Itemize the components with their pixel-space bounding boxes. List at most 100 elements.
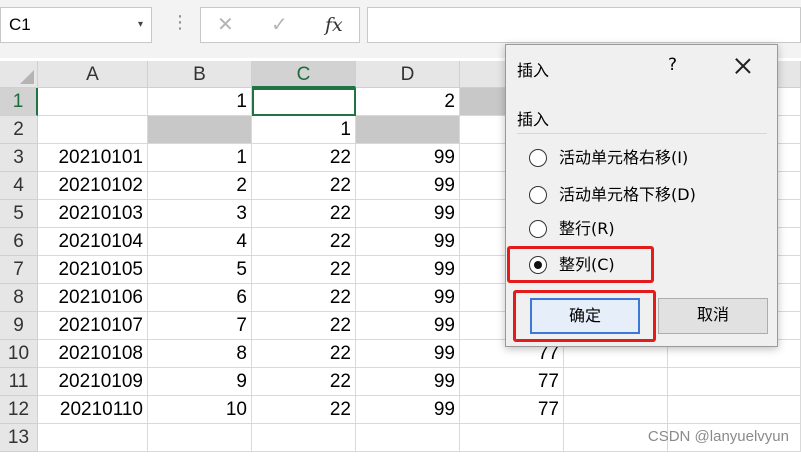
cell-D11[interactable]: 99 — [356, 368, 460, 396]
cell-B4[interactable]: 2 — [148, 172, 252, 200]
cell-C4[interactable]: 22 — [252, 172, 356, 200]
cell-C11[interactable]: 22 — [252, 368, 356, 396]
formula-buttons: ✕ ✓ fx — [200, 7, 360, 43]
cell-D9[interactable]: 99 — [356, 312, 460, 340]
radio-icon[interactable] — [529, 186, 547, 204]
cell-D10[interactable]: 99 — [356, 340, 460, 368]
cell-A9[interactable]: 20210107 — [38, 312, 148, 340]
row-header-8[interactable]: 8 — [0, 284, 38, 312]
dialog-title: 插入 — [517, 61, 550, 80]
cancel-button[interactable]: 取消 — [658, 298, 768, 334]
option-label: 活动单元格右移(I) — [559, 148, 689, 167]
column-header-d[interactable]: D — [356, 61, 460, 88]
cell-C1[interactable] — [252, 88, 356, 116]
formula-input[interactable] — [367, 7, 801, 43]
cell-B10[interactable]: 8 — [148, 340, 252, 368]
cell-F11[interactable] — [564, 368, 668, 396]
row-header-12[interactable]: 12 — [0, 396, 38, 424]
cell-A13[interactable] — [38, 424, 148, 452]
cell-E13[interactable] — [460, 424, 564, 452]
insert-function-icon[interactable]: fx — [325, 8, 343, 42]
group-label: 插入 — [517, 110, 550, 129]
column-header-a[interactable]: A — [38, 61, 148, 88]
cancel-icon[interactable]: ✕ — [217, 8, 234, 42]
cell-B7[interactable]: 5 — [148, 256, 252, 284]
cell-A8[interactable]: 20210106 — [38, 284, 148, 312]
cell-A4[interactable]: 20210102 — [38, 172, 148, 200]
cell-G12[interactable] — [668, 396, 801, 424]
row-header-2[interactable]: 2 — [0, 116, 38, 144]
cell-B9[interactable]: 7 — [148, 312, 252, 340]
highlight-box-ok-button — [513, 290, 656, 342]
radio-icon[interactable] — [529, 149, 547, 167]
cell-C3[interactable]: 22 — [252, 144, 356, 172]
row-header-11[interactable]: 11 — [0, 368, 38, 396]
cell-D13[interactable] — [356, 424, 460, 452]
cell-A3[interactable]: 20210101 — [38, 144, 148, 172]
cell-B12[interactable]: 10 — [148, 396, 252, 424]
cell-A12[interactable]: 20210110 — [38, 396, 148, 424]
cell-D12[interactable]: 99 — [356, 396, 460, 424]
row-header-10[interactable]: 10 — [0, 340, 38, 368]
cell-D5[interactable]: 99 — [356, 200, 460, 228]
close-icon[interactable] — [731, 54, 755, 78]
select-all-button[interactable] — [0, 61, 38, 88]
cell-B13[interactable] — [148, 424, 252, 452]
cell-B11[interactable]: 9 — [148, 368, 252, 396]
cell-B6[interactable]: 4 — [148, 228, 252, 256]
cell-C7[interactable]: 22 — [252, 256, 356, 284]
cell-C9[interactable]: 22 — [252, 312, 356, 340]
row-header-5[interactable]: 5 — [0, 200, 38, 228]
radio-icon[interactable] — [529, 220, 547, 238]
column-header-b[interactable]: B — [148, 61, 252, 88]
cell-D1[interactable]: 2 — [356, 88, 460, 116]
row-header-6[interactable]: 6 — [0, 228, 38, 256]
row-header-1[interactable]: 1 — [0, 88, 38, 116]
cell-B2[interactable] — [148, 116, 252, 144]
cell-A10[interactable]: 20210108 — [38, 340, 148, 368]
drag-handle-icon[interactable]: ⋮ — [171, 12, 189, 33]
check-icon[interactable]: ✓ — [271, 8, 288, 42]
cell-C13[interactable] — [252, 424, 356, 452]
cell-D4[interactable]: 99 — [356, 172, 460, 200]
cell-D8[interactable]: 99 — [356, 284, 460, 312]
watermark: CSDN @lanyuelvyun — [647, 428, 789, 445]
cell-D7[interactable]: 99 — [356, 256, 460, 284]
cell-B5[interactable]: 3 — [148, 200, 252, 228]
row-header-7[interactable]: 7 — [0, 256, 38, 284]
cell-A5[interactable]: 20210103 — [38, 200, 148, 228]
cell-D6[interactable]: 99 — [356, 228, 460, 256]
cell-C6[interactable]: 22 — [252, 228, 356, 256]
name-box-value: C1 — [9, 15, 31, 34]
cell-C8[interactable]: 22 — [252, 284, 356, 312]
cell-C12[interactable]: 22 — [252, 396, 356, 424]
select-all-triangle-icon — [20, 70, 34, 84]
cell-A2[interactable] — [38, 116, 148, 144]
cell-D2[interactable] — [356, 116, 460, 144]
column-header-c[interactable]: C — [252, 61, 356, 88]
cell-A6[interactable]: 20210104 — [38, 228, 148, 256]
cell-C5[interactable]: 22 — [252, 200, 356, 228]
cell-C10[interactable]: 22 — [252, 340, 356, 368]
option-label: 活动单元格下移(D) — [559, 185, 696, 204]
cell-A11[interactable]: 20210109 — [38, 368, 148, 396]
cell-G11[interactable] — [668, 368, 801, 396]
cell-F12[interactable] — [564, 396, 668, 424]
group-divider — [517, 133, 767, 134]
cell-B8[interactable]: 6 — [148, 284, 252, 312]
cell-B3[interactable]: 1 — [148, 144, 252, 172]
row-header-3[interactable]: 3 — [0, 144, 38, 172]
cell-E12[interactable]: 77 — [460, 396, 564, 424]
row-header-13[interactable]: 13 — [0, 424, 38, 452]
chevron-down-icon[interactable]: ▾ — [138, 8, 143, 42]
row-header-4[interactable]: 4 — [0, 172, 38, 200]
help-icon[interactable]: ? — [668, 55, 677, 75]
cell-A7[interactable]: 20210105 — [38, 256, 148, 284]
cell-A1[interactable] — [38, 88, 148, 116]
cell-E11[interactable]: 77 — [460, 368, 564, 396]
cell-B1[interactable]: 1 — [148, 88, 252, 116]
row-header-9[interactable]: 9 — [0, 312, 38, 340]
cell-D3[interactable]: 99 — [356, 144, 460, 172]
cell-C2[interactable]: 1 — [252, 116, 356, 144]
name-box[interactable]: C1 ▾ — [0, 7, 152, 43]
